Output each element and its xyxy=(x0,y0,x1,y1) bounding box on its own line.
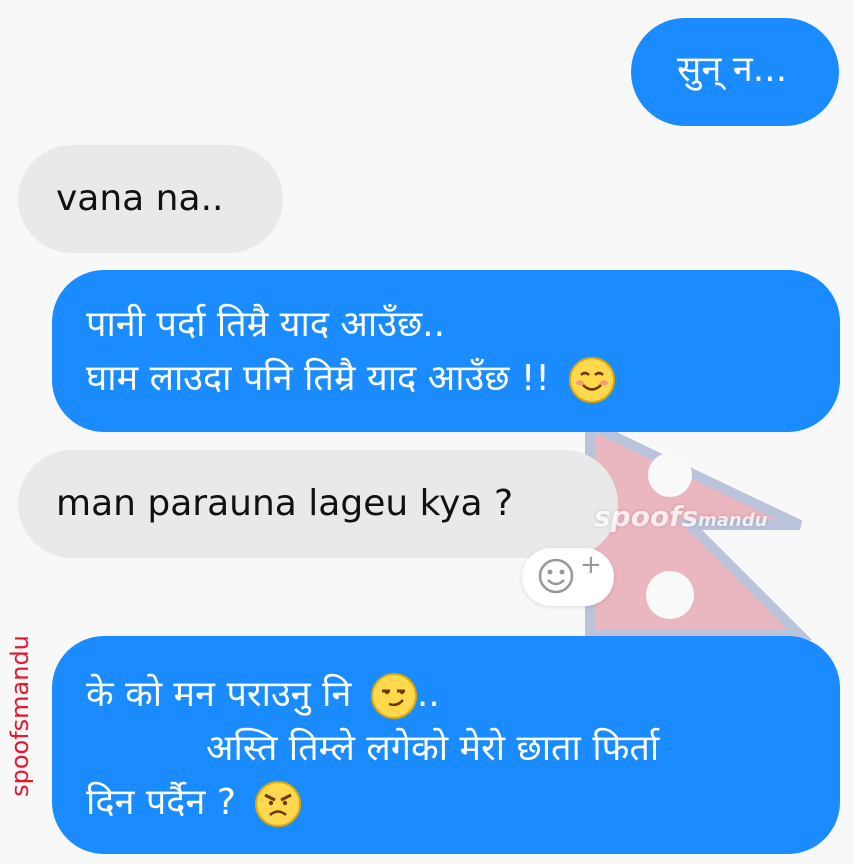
message-line: दिन पर्दैन ? xyxy=(86,776,840,830)
message-text: .. xyxy=(416,674,440,715)
message-bubble-incoming[interactable]: vana na.. xyxy=(18,145,283,253)
smirking-face-icon xyxy=(370,673,417,719)
watermark-logo-big: spoofs xyxy=(594,500,699,533)
side-watermark-text: spoofsmandu xyxy=(6,635,34,797)
message-line: घाम लाउदा पनि तिम्रै याद आउँछ !! xyxy=(86,352,840,406)
message-text: vana na.. xyxy=(56,178,224,219)
add-reaction-icon xyxy=(538,558,574,594)
watermark-logo: spoofsmandu xyxy=(594,500,767,533)
angry-face-icon xyxy=(255,781,302,827)
message-text: man parauna lageu kya ? xyxy=(56,483,514,524)
add-reaction-button[interactable]: + xyxy=(522,548,614,606)
message-text: घाम लाउदा पनि तिम्रै याद आउँछ !! xyxy=(86,358,550,399)
message-bubble-outgoing[interactable]: सुन् न... xyxy=(631,18,839,126)
message-bubble-outgoing[interactable]: के को मन पराउनु नि .. अस्ति तिम्ले लगेको… xyxy=(52,636,840,854)
plus-icon: + xyxy=(580,550,602,580)
message-text: के को मन पराउनु नि xyxy=(86,674,352,715)
side-watermark: spoofsmandu xyxy=(0,630,40,810)
message-bubble-outgoing[interactable]: पानी पर्दा तिम्रै याद आउँछ.. घाम लाउदा प… xyxy=(52,270,840,432)
message-text: सुन् न... xyxy=(677,49,788,90)
smiling-face-icon xyxy=(569,357,616,403)
message-text: दिन पर्दैन ? xyxy=(86,782,236,823)
message-line: के को मन पराउनु नि .. xyxy=(86,668,840,722)
message-text: अस्ति तिम्ले लगेको मेरो छाता फिर्ता xyxy=(206,728,660,769)
watermark-logo-small: mandu xyxy=(698,510,768,531)
message-text: पानी पर्दा तिम्रै याद आउँछ.. xyxy=(86,304,446,345)
message-bubble-incoming[interactable]: man parauna lageu kya ? xyxy=(18,450,618,558)
